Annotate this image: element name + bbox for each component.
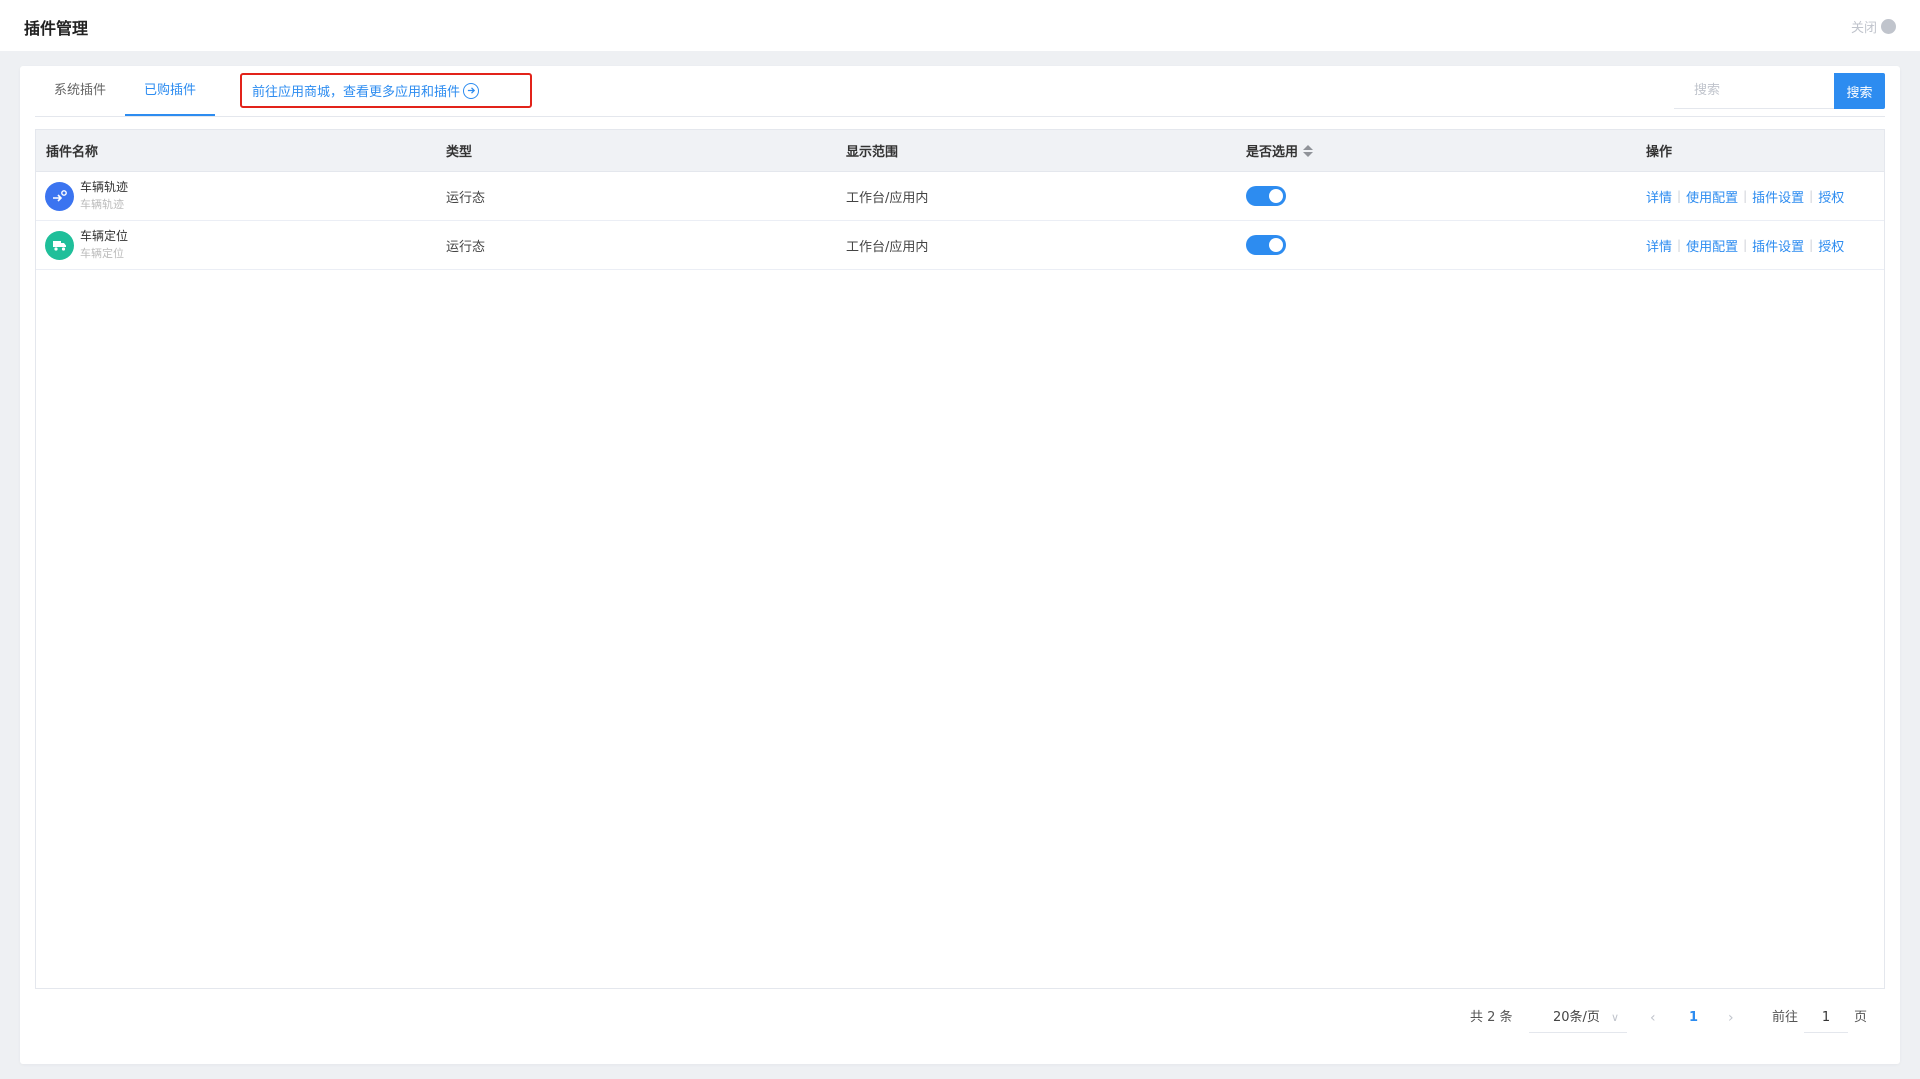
plugin-scope: 工作台/应用内 [846, 239, 929, 255]
detail-link[interactable]: 详情 [1646, 236, 1672, 255]
close-label: 关闭 [1850, 21, 1877, 36]
separator: | [1809, 189, 1814, 203]
column-header-name: 插件名称 [46, 145, 99, 160]
tab-system-plugins[interactable]: 系统插件 [35, 66, 125, 116]
authorize-link[interactable]: 授权 [1818, 187, 1844, 206]
sort-icon[interactable] [1303, 144, 1314, 157]
separator: | [1677, 189, 1682, 203]
row-actions: 详情 | 使用配置 | 插件设置 | 授权 [1636, 236, 1884, 255]
page-number[interactable]: 1 [1689, 1003, 1698, 1033]
authorize-link[interactable]: 授权 [1818, 236, 1844, 255]
page-title: 插件管理 [24, 19, 89, 38]
prev-page-button[interactable]: ‹ [1650, 1003, 1656, 1033]
tabs-divider [35, 116, 1885, 117]
search-button[interactable]: 搜索 [1834, 73, 1885, 109]
plugin-scope: 工作台/应用内 [846, 190, 929, 206]
column-header-scope: 显示范围 [846, 145, 899, 160]
plugin-panel: 系统插件 已购插件 前往应用商城，查看更多应用和插件 搜索 插件名称 类型 显示… [20, 66, 1900, 1064]
column-header-type: 类型 [446, 145, 473, 160]
separator: | [1743, 189, 1748, 203]
plugin-table: 插件名称 类型 显示范围 是否选用 操作 车辆轨迹 车辆轨迹 运行态 工作台/应… [35, 129, 1885, 989]
chevron-down-icon: ∨ [1610, 1011, 1619, 1024]
enabled-cell [1236, 186, 1636, 206]
tab-purchased-plugins[interactable]: 已购插件 [125, 66, 216, 116]
usage-config-link[interactable]: 使用配置 [1686, 187, 1738, 206]
table-header: 插件名称 类型 显示范围 是否选用 操作 [36, 130, 1884, 172]
usage-config-link[interactable]: 使用配置 [1686, 236, 1738, 255]
page-size-label: 20条/页 [1553, 1010, 1600, 1025]
plugin-text: 车辆轨迹 车辆轨迹 [80, 179, 128, 213]
separator: | [1809, 238, 1814, 252]
arrow-right-circle-icon [463, 82, 480, 99]
page-suffix: 页 [1854, 1010, 1868, 1025]
plugin-cell: 车辆定位 车辆定位 [36, 228, 436, 262]
column-header-enabled[interactable]: 是否选用 [1236, 141, 1636, 160]
enabled-toggle[interactable] [1246, 235, 1286, 255]
plugin-subtitle: 车辆定位 [80, 247, 124, 260]
search-input[interactable] [1674, 73, 1834, 109]
plugin-subtitle: 车辆轨迹 [80, 198, 124, 211]
plugin-text: 车辆定位 车辆定位 [80, 228, 128, 262]
truck-icon [45, 230, 74, 260]
plugin-type: 运行态 [446, 239, 486, 255]
plugin-name: 车辆轨迹 [80, 180, 129, 194]
separator: | [1743, 238, 1748, 252]
separator: | [1677, 238, 1682, 252]
plugin-tabs: 系统插件 已购插件 [35, 66, 216, 116]
table-row: 车辆轨迹 车辆轨迹 运行态 工作台/应用内 详情 | 使用配置 | 插件设置 | 授权 [36, 172, 1884, 221]
goto-label: 前往 [1772, 1010, 1799, 1025]
table-row: 车辆定位 车辆定位 运行态 工作台/应用内 详情 | 使用配置 | 插件设置 | 授权 [36, 221, 1884, 270]
total-count: 共 2 条 [1470, 1010, 1513, 1025]
pagination: 共 2 条 20条/页 ∨ ‹ 1 › 前往 页 [20, 1003, 1900, 1033]
enabled-toggle[interactable] [1246, 186, 1286, 206]
close-button[interactable]: 关闭 [1851, 17, 1896, 36]
top-bar: 插件管理 关闭 [0, 0, 1920, 51]
app-store-link[interactable]: 前往应用商城，查看更多应用和插件 [240, 73, 532, 108]
plugin-settings-link[interactable]: 插件设置 [1752, 187, 1804, 206]
page-size-select[interactable]: 20条/页 ∨ [1529, 1003, 1627, 1033]
close-icon [1881, 19, 1896, 34]
plugin-type: 运行态 [446, 190, 486, 206]
column-header-enabled-label: 是否选用 [1246, 145, 1299, 160]
vehicle-track-icon [45, 181, 74, 211]
detail-link[interactable]: 详情 [1646, 187, 1672, 206]
plugin-name: 车辆定位 [80, 229, 129, 243]
row-actions: 详情 | 使用配置 | 插件设置 | 授权 [1636, 187, 1884, 206]
next-page-button[interactable]: › [1728, 1003, 1734, 1033]
enabled-cell [1236, 235, 1636, 255]
goto-page-input[interactable] [1804, 1003, 1848, 1033]
plugin-cell: 车辆轨迹 车辆轨迹 [36, 179, 436, 213]
plugin-settings-link[interactable]: 插件设置 [1752, 236, 1804, 255]
column-header-actions: 操作 [1646, 145, 1673, 160]
app-store-link-label: 前往应用商城，查看更多应用和插件 [252, 85, 461, 100]
